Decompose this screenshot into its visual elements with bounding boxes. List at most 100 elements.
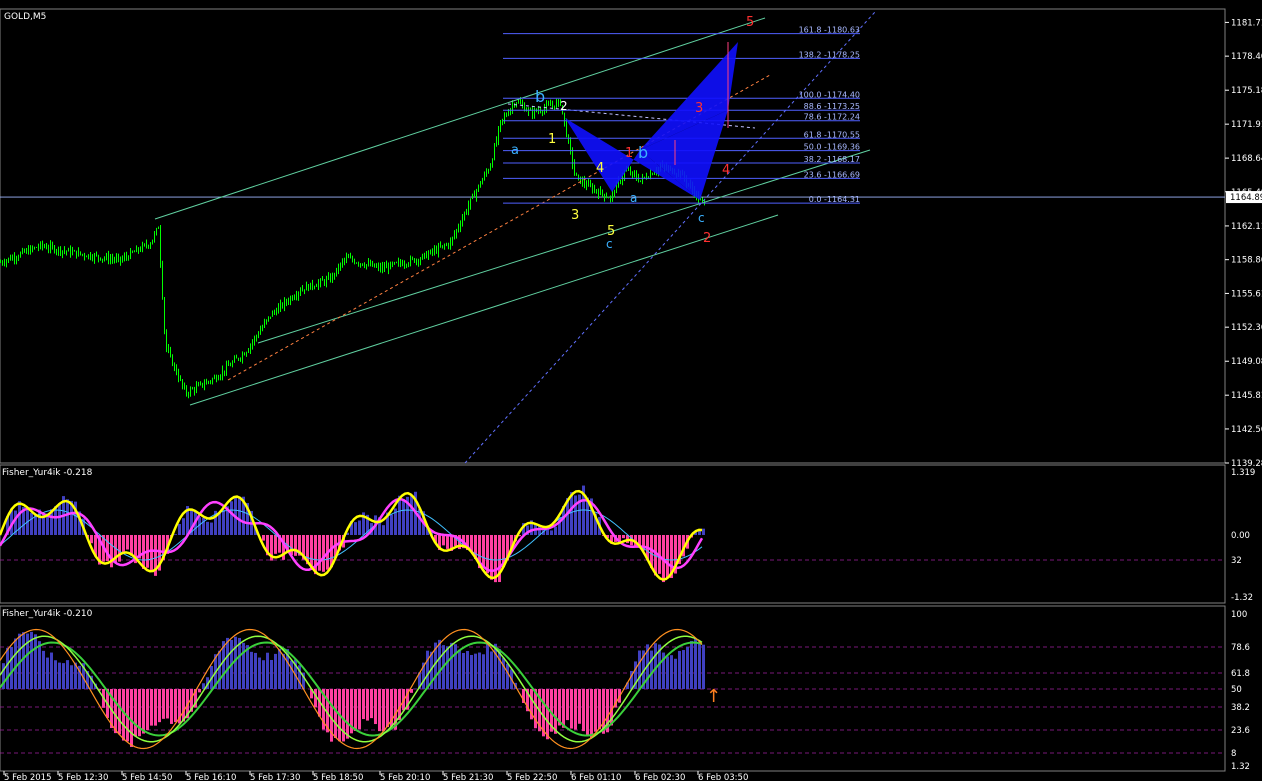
fib-label: 50.0 -1169.36 xyxy=(804,143,860,152)
fisher2-bar xyxy=(374,689,377,725)
fisher2-bar xyxy=(454,644,457,689)
price-tick-label: 1181.71 xyxy=(1231,18,1262,28)
fisher2-bar xyxy=(174,689,177,723)
fisher1-bar xyxy=(30,512,33,535)
fisher2-bar xyxy=(54,660,57,689)
fisher2-bar xyxy=(182,689,185,722)
fisher2-bar xyxy=(594,689,597,732)
price-tick-label: 1171.91 xyxy=(1231,120,1262,130)
fisher-panel-2[interactable] xyxy=(0,605,1226,772)
fisher1-bar xyxy=(490,535,493,580)
fisher1-bar xyxy=(402,498,405,535)
fisher2-bar xyxy=(486,642,489,689)
fisher2-bar xyxy=(366,689,369,721)
wave-label: 1 xyxy=(625,146,633,161)
fisher1-bar xyxy=(574,495,577,535)
fisher2-bar xyxy=(462,653,465,689)
wave-label: 5 xyxy=(746,15,754,30)
time-tick-label: 5 Feb 22:50 xyxy=(507,773,557,781)
price-tick-label: 1158.86 xyxy=(1231,256,1262,266)
fisher1-bar xyxy=(222,509,225,535)
fisher2-bar xyxy=(386,689,389,728)
fisher2-bar xyxy=(70,665,73,689)
fib-label: 61.8 -1170.55 xyxy=(804,130,860,139)
fisher-2-label: Fisher_Yur4ik -0.210 xyxy=(2,609,93,619)
fisher1-bar xyxy=(294,535,297,556)
fisher2-bar xyxy=(62,663,65,689)
fisher1-bar xyxy=(210,522,213,535)
fisher2-bar xyxy=(46,657,49,689)
fisher2-bar xyxy=(650,650,653,689)
fisher2-bar xyxy=(578,689,581,724)
fisher2-bar xyxy=(166,689,169,719)
wave-label: 2 xyxy=(703,231,711,246)
chart-canvas[interactable]: 161.8 -1180.63 138.2 -1178.25 100.0 -1174.… xyxy=(0,0,1262,781)
time-tick-label: 6 Feb 01:10 xyxy=(571,773,621,781)
fisher2-bar xyxy=(478,652,481,689)
fisher2-bar xyxy=(638,650,641,689)
fisher2-tick-label: 8 xyxy=(1231,749,1236,759)
fib-label: 0.0 -1164.31 xyxy=(809,195,860,204)
fisher2-bar xyxy=(150,689,153,726)
fisher2-bar xyxy=(546,689,549,740)
fisher1-bar xyxy=(290,535,293,556)
time-tick-label: 5 Feb 18:50 xyxy=(313,773,363,781)
fisher2-bar xyxy=(234,636,237,689)
time-tick-label: 6 Feb 03:50 xyxy=(698,773,748,781)
wave-label: b xyxy=(535,87,545,106)
wave-label: 3 xyxy=(571,208,579,223)
fib-label: 138.2 -1178.25 xyxy=(799,50,860,59)
fisher2-bar xyxy=(674,658,677,689)
fisher2-tick-label: 1.32 xyxy=(1231,762,1250,772)
fisher2-bar xyxy=(162,689,165,719)
fib-label: 78.6 -1172.24 xyxy=(804,113,860,122)
fisher1-bar xyxy=(322,535,325,572)
fisher2-bar xyxy=(570,689,573,729)
fisher2-bar xyxy=(554,689,557,734)
wave-label: 4 xyxy=(722,163,730,178)
fisher1-tick-label: 0.00 xyxy=(1231,531,1250,541)
fisher2-bar xyxy=(586,689,589,736)
fisher1-bar xyxy=(106,535,109,562)
fisher2-bar xyxy=(254,652,257,689)
fisher2-bar xyxy=(502,657,505,689)
fisher2-bar xyxy=(458,649,461,689)
wave-label: 3 xyxy=(695,101,703,116)
price-tick-label: 1145.81 xyxy=(1231,391,1262,401)
arrow-up-icon: ↑ xyxy=(706,686,721,707)
price-tick-label: 1162.11 xyxy=(1231,222,1262,232)
fisher1-bar xyxy=(178,523,181,535)
fisher2-bar xyxy=(334,689,337,738)
fisher1-bar xyxy=(550,530,553,535)
time-tick-label: 5 Feb 12:30 xyxy=(58,773,108,781)
price-tick-label: 1168.64 xyxy=(1231,154,1262,164)
fisher2-bar xyxy=(426,650,429,689)
fisher1-bar xyxy=(442,535,445,546)
fisher2-bar xyxy=(6,647,9,689)
fisher2-bar xyxy=(50,652,53,689)
time-tick-label: 5 Feb 21:30 xyxy=(443,773,493,781)
fisher1-bar xyxy=(354,522,357,535)
price-tick-label: 1175.18 xyxy=(1231,86,1262,96)
fisher2-bar xyxy=(414,688,417,689)
price-tick-label: 1152.36 xyxy=(1231,323,1262,333)
fisher2-bar xyxy=(10,646,13,689)
fisher2-bar xyxy=(258,657,261,689)
wave-label: 2 xyxy=(560,99,568,113)
fib-label: 161.8 -1180.63 xyxy=(799,26,860,35)
fisher1-bar xyxy=(382,525,385,535)
fisher1-bar xyxy=(34,514,37,535)
fisher2-bar xyxy=(242,642,245,689)
fisher2-bar xyxy=(382,689,385,732)
fisher2-bar xyxy=(666,656,669,689)
fisher2-tick-label: 78.6 xyxy=(1231,643,1250,653)
fisher2-bar xyxy=(226,637,229,689)
fisher2-bar xyxy=(66,660,69,689)
fisher2-bar xyxy=(170,689,173,724)
fib-label: 100.0 -1174.40 xyxy=(799,90,860,99)
fisher1-bar xyxy=(174,534,177,535)
fisher1-bar xyxy=(206,521,209,535)
fisher1-bar xyxy=(666,535,669,579)
fisher1-bar xyxy=(318,535,321,571)
time-tick-label: 5 Feb 20:10 xyxy=(380,773,430,781)
